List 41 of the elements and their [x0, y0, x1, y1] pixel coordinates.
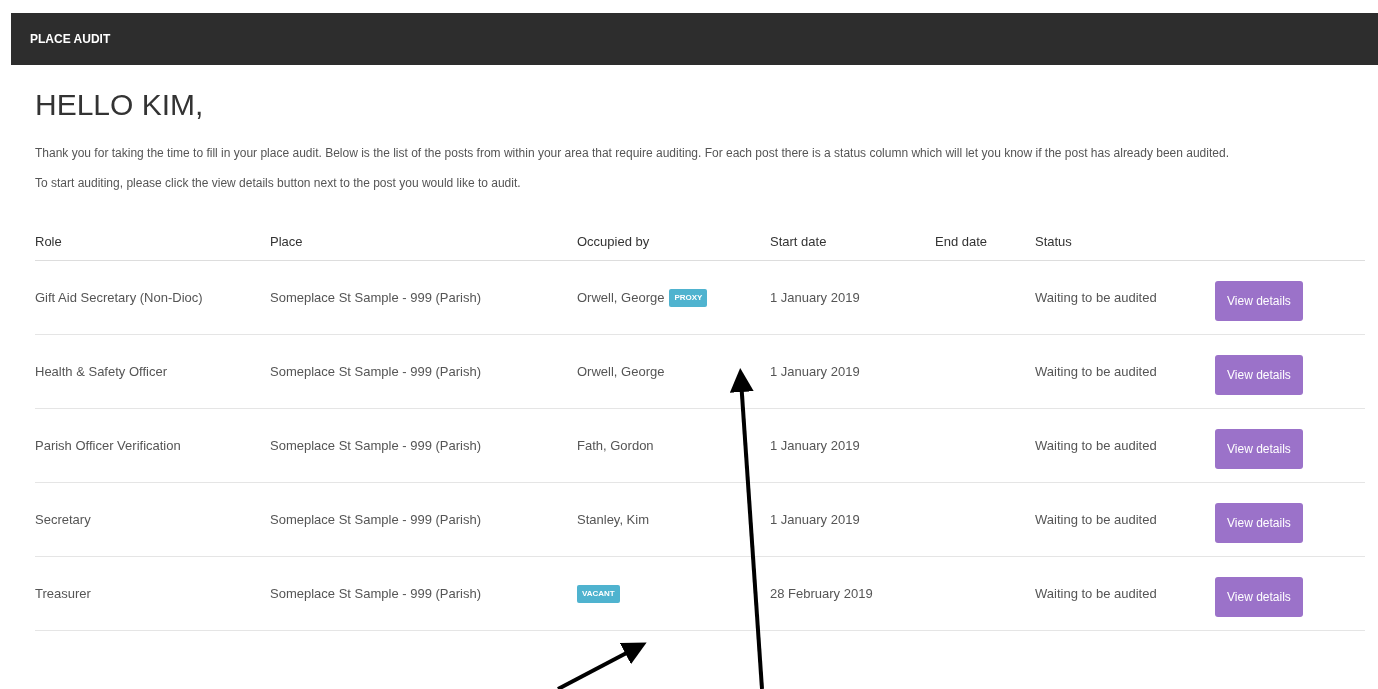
table-cell: Parish Officer Verification [35, 437, 181, 453]
table-cell: Health & Safety Officer [35, 363, 167, 379]
table-cell: 28 February 2019 [770, 585, 873, 601]
table-cell: Treasurer [35, 585, 91, 601]
table-cell: Waiting to be audited [1035, 437, 1157, 453]
column-header: End date [935, 233, 988, 249]
table-cell: 1 January 2019 [770, 363, 860, 379]
status-badge: VACANT [577, 584, 620, 603]
table-cell: 1 January 2019 [770, 289, 860, 305]
table-cell: Someplace St Sample - 999 (Parish) [270, 511, 481, 527]
view-details-button[interactable]: View details [1215, 428, 1303, 469]
column-header: Role [35, 233, 62, 249]
status-badge: PROXY [669, 288, 708, 307]
table-cell: 1 January 2019 [770, 437, 860, 453]
column-header: Start date [770, 233, 827, 249]
view-details-button[interactable]: View details [1215, 502, 1303, 543]
table-cell-text: Orwell, George [577, 362, 665, 381]
table-cell: Waiting to be audited [1035, 363, 1157, 379]
column-header: Status [1035, 233, 1072, 249]
column-header: Occupied by [577, 233, 650, 249]
table-cell: Someplace St Sample - 999 (Parish) [270, 585, 481, 601]
table-cell: Secretary [35, 511, 91, 527]
table-cell: Waiting to be audited [1035, 511, 1157, 527]
intro-paragraph: Thank you for taking the time to fill in your place audit. Below is the list of the posts from within your area that require auditing. For each post there is a status column which will let you know if the post has already been audited. [35, 145, 1230, 162]
view-details-button[interactable]: View details [1215, 354, 1303, 395]
column-header: Place [270, 233, 303, 249]
view-details-button[interactable]: View details [1215, 280, 1303, 321]
table-cell: Waiting to be audited [1035, 289, 1157, 305]
table-cell-text: Fath, Gordon [577, 436, 654, 455]
table-cell: Someplace St Sample - 999 (Parish) [270, 437, 481, 453]
table-cell: Someplace St Sample - 999 (Parish) [270, 289, 481, 305]
table-cell-text: Stanley, Kim [577, 510, 649, 529]
table-cell: Gift Aid Secretary (Non-Dioc) [35, 289, 203, 305]
view-details-button[interactable]: View details [1215, 576, 1303, 617]
table-cell: Waiting to be audited [1035, 585, 1157, 601]
greeting-heading: HELLO KIM, [35, 87, 205, 123]
header-title: PLACE AUDIT [30, 31, 111, 48]
table-cell: 1 January 2019 [770, 511, 860, 527]
intro-paragraph: To start auditing, please click the view details button next to the post you would like to audit. [35, 175, 522, 192]
table-cell: Someplace St Sample - 999 (Parish) [270, 363, 481, 379]
table-cell-text: Orwell, George [577, 288, 665, 307]
